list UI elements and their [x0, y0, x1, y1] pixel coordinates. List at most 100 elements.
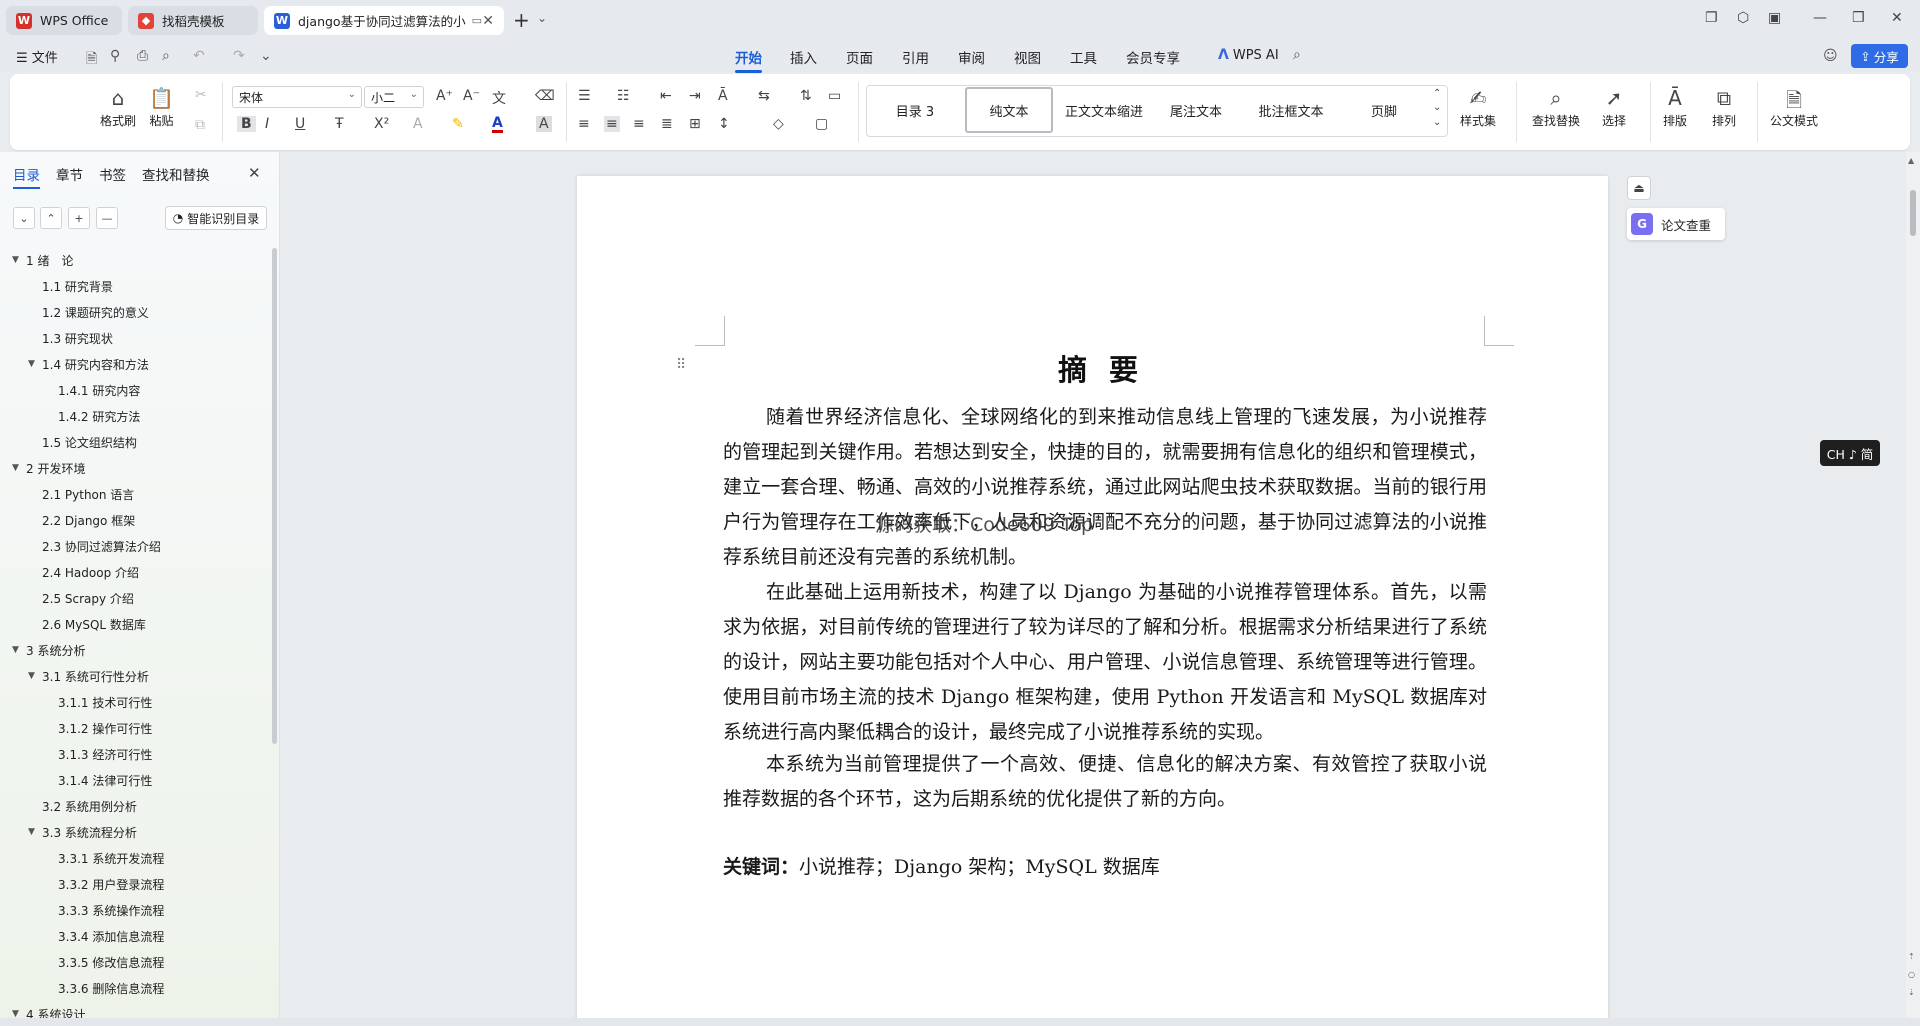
plagiarism-check-button[interactable]: G 论文查重: [1627, 208, 1725, 240]
copy-icon[interactable]: ⧉: [195, 117, 205, 133]
toc-item[interactable]: ▼ 1.4 研究内容和方法: [28, 354, 149, 374]
tab-insert[interactable]: 插入: [790, 47, 817, 67]
toc-item[interactable]: 1.4.2 研究方法: [58, 406, 140, 426]
increase-indent-icon[interactable]: ⇥: [689, 88, 701, 104]
toc-item[interactable]: ▼ 4 系统设计: [12, 1004, 85, 1019]
toc-item[interactable]: 1.4.1 研究内容: [58, 380, 140, 400]
bullet-list-icon[interactable]: ☰: [578, 88, 591, 104]
toc-item[interactable]: ▼ 3.1 系统可行性分析: [28, 666, 149, 686]
find-replace-button[interactable]: ⌕ 查找替换: [1532, 86, 1580, 129]
toc-item[interactable]: 3.3.1 系统开发流程: [58, 848, 164, 868]
close-icon[interactable]: ✕: [248, 164, 261, 182]
tab-references[interactable]: 引用: [902, 47, 929, 67]
italic-icon[interactable]: I: [265, 116, 269, 132]
caret-down-icon[interactable]: ▼: [12, 645, 26, 655]
decrease-indent-icon[interactable]: ⇤: [660, 88, 672, 104]
keywords-line[interactable]: 关键词：小说推荐；Django 架构；MySQL 数据库: [723, 852, 1160, 879]
abstract-paragraph-2[interactable]: 在此基础上运用新技术，构建了以 Django 为基础的小说推荐管理体系。首先，以…: [723, 575, 1487, 750]
sort-icon[interactable]: ⇅: [800, 88, 812, 104]
page-up-icon[interactable]: ⇡: [1908, 952, 1915, 961]
expand-icon[interactable]: ⌄: [1433, 117, 1441, 128]
tab-wps-office[interactable]: W WPS Office: [6, 6, 122, 35]
print-preview-icon[interactable]: ⌕: [162, 48, 170, 64]
char-shading-icon[interactable]: A: [536, 116, 552, 132]
abstract-paragraph-1[interactable]: 随着世界经济信息化、全球网络化的到来推动信息线上管理的飞速发展，为小说推荐的管理…: [723, 400, 1487, 575]
caret-down-icon[interactable]: ▼: [28, 671, 42, 681]
scroll-up-icon[interactable]: ▲: [1908, 156, 1914, 165]
collapse-all-button[interactable]: ⌃: [40, 207, 62, 229]
caret-down-icon[interactable]: ▼: [12, 463, 26, 473]
toc-item[interactable]: ▼ 3 系统分析: [12, 640, 85, 660]
window-close-icon[interactable]: ✕: [1891, 10, 1903, 26]
tab-current-document[interactable]: W django基于协同过滤算法的小 ▭ ✕: [264, 6, 504, 35]
select-browse-icon[interactable]: ○: [1908, 970, 1915, 979]
share-button[interactable]: ⇪ 分享: [1851, 44, 1908, 68]
minimize-icon[interactable]: —: [1813, 10, 1827, 26]
nav-tab-find-replace[interactable]: 查找和替换: [142, 164, 210, 189]
underline-icon[interactable]: U: [295, 116, 305, 132]
style-body-indent[interactable]: 正文文本缩进: [1058, 87, 1150, 133]
remove-heading-button[interactable]: —: [96, 207, 118, 229]
chevron-up-icon[interactable]: ⌃: [1433, 88, 1441, 99]
line-spacing-icon[interactable]: ↕: [718, 116, 730, 132]
toc-item[interactable]: 1.3 研究现状: [42, 328, 113, 348]
tab-view[interactable]: 视图: [1014, 47, 1041, 67]
add-heading-button[interactable]: +: [68, 207, 90, 229]
toc-item[interactable]: 2.3 协同过滤算法介绍: [42, 536, 161, 556]
window-mode-icon[interactable]: ❐: [1705, 10, 1718, 26]
select-button[interactable]: ➚ 选择: [1602, 86, 1626, 129]
justify-icon[interactable]: ≣: [661, 116, 673, 132]
caret-down-icon[interactable]: ▼: [12, 255, 26, 265]
tab-page[interactable]: 页面: [846, 47, 873, 67]
print-icon[interactable]: ⎙: [137, 48, 148, 64]
toc-item[interactable]: 3.1.4 法律可行性: [58, 770, 152, 790]
toc-item[interactable]: 2.5 Scrapy 介绍: [42, 588, 134, 608]
tab-tools[interactable]: 工具: [1070, 47, 1097, 67]
toc-item[interactable]: 2.6 MySQL 数据库: [42, 614, 146, 634]
toc-item[interactable]: ▼ 2 开发环境: [12, 458, 85, 478]
avatar[interactable]: ▣: [1768, 10, 1781, 26]
scroll-thumb[interactable]: [1910, 190, 1916, 236]
numbered-list-icon[interactable]: ☷: [617, 88, 630, 104]
ime-indicator[interactable]: CH ♪ 简: [1820, 440, 1880, 466]
toc-item[interactable]: 2.1 Python 语言: [42, 484, 134, 504]
cut-icon[interactable]: ✂: [195, 87, 207, 103]
close-icon[interactable]: ✕: [482, 13, 494, 29]
restore-icon[interactable]: ❒: [1852, 10, 1865, 26]
tab-docer-templates[interactable]: ◆ 找稻壳模板: [128, 6, 258, 35]
paste-button[interactable]: 📋 粘贴: [149, 86, 174, 129]
toc-item[interactable]: 3.1.3 经济可行性: [58, 744, 152, 764]
bold-icon[interactable]: B: [237, 116, 256, 132]
style-toc3[interactable]: 目录 3: [870, 87, 960, 133]
caret-down-icon[interactable]: ▼: [28, 827, 42, 837]
export-icon[interactable]: ⚲: [110, 48, 120, 64]
toc-item[interactable]: 3.3.2 用户登录流程: [58, 874, 164, 894]
chevron-down-icon[interactable]: ⌄: [1433, 102, 1441, 113]
tab-review[interactable]: 审阅: [958, 47, 985, 67]
toc-item[interactable]: 1.2 课题研究的意义: [42, 302, 149, 322]
layout-button[interactable]: Ā 排版: [1663, 86, 1687, 129]
tab-member[interactable]: 会员专享: [1126, 47, 1180, 67]
style-plain-text[interactable]: 纯文本: [965, 87, 1053, 133]
toc-item[interactable]: 3.1.2 操作可行性: [58, 718, 152, 738]
nav-scrollbar[interactable]: [272, 248, 277, 744]
chevron-down-icon[interactable]: ⌄: [537, 11, 547, 25]
highlight-icon[interactable]: ✎: [452, 116, 464, 132]
abstract-paragraph-3[interactable]: 本系统为当前管理提供了一个高效、便捷、信息化的解决方案、有效管控了获取小说推荐数…: [723, 747, 1487, 817]
text-direction-icon[interactable]: Ā: [718, 88, 728, 104]
toc-item[interactable]: 1.5 论文组织结构: [42, 432, 137, 452]
vertical-scrollbar[interactable]: ▲ ⇡ ○ ⇣: [1906, 152, 1920, 1018]
tab-home[interactable]: 开始: [735, 47, 762, 73]
nav-tab-bookmarks[interactable]: 书签: [99, 164, 126, 189]
shrink-font-icon[interactable]: A⁻: [463, 88, 480, 104]
style-set-button[interactable]: ✍ 样式集: [1460, 86, 1496, 129]
wps-ai-button[interactable]: Ʌ WPS AI: [1218, 47, 1279, 63]
toc-item[interactable]: 3.3.5 修改信息流程: [58, 952, 164, 972]
align-right-icon[interactable]: ≡: [633, 116, 645, 132]
toc-item[interactable]: 3.3.4 添加信息流程: [58, 926, 164, 946]
toc-item[interactable]: 3.3.6 删除信息流程: [58, 978, 164, 998]
toc-item[interactable]: 2.4 Hadoop 介绍: [42, 562, 139, 582]
superscript-icon[interactable]: X²: [374, 116, 389, 132]
clear-format-icon[interactable]: ⌫: [535, 88, 555, 104]
toc-item[interactable]: 3.1.1 技术可行性: [58, 692, 152, 712]
